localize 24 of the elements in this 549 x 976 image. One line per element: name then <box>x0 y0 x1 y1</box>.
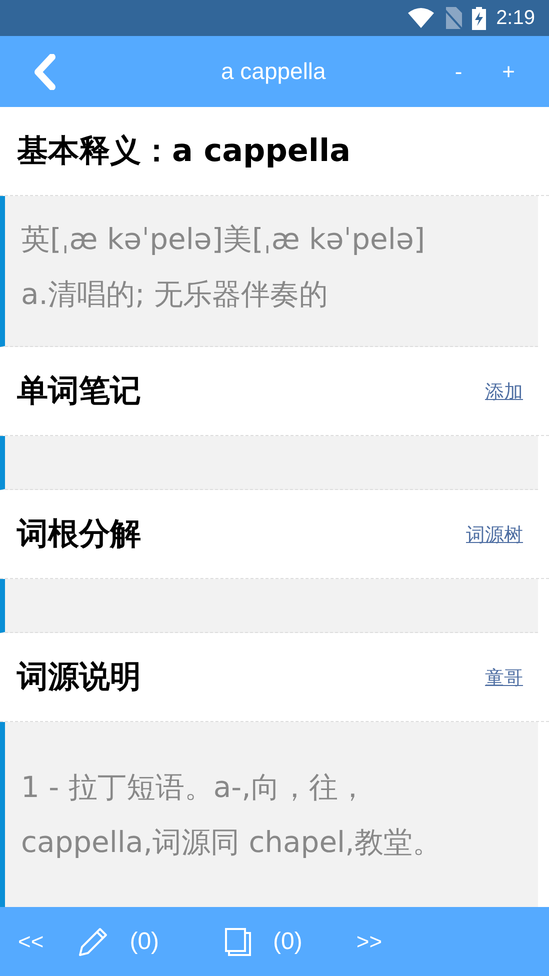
content-text: 1 - 拉丁短语。a-,向，往， <box>21 769 368 806</box>
section-link[interactable]: 词源树 <box>466 522 523 548</box>
content-text: a.清唱的; 无乐器伴奏的 <box>21 276 329 313</box>
notes-count: (0) <box>130 928 160 956</box>
increase-font-button[interactable]: + <box>494 56 523 86</box>
content-text: cappella,词源同 chapel,教堂。 <box>21 824 442 861</box>
section-link[interactable]: 添加 <box>485 379 523 405</box>
pencil-icon[interactable] <box>78 926 108 956</box>
content-text: 英[ˌæ kəˈpelə]美[ˌæ kəˈpelə] <box>21 221 426 258</box>
book-icon[interactable] <box>223 926 254 956</box>
section-title: 词根分解 <box>17 515 141 554</box>
previous-button[interactable]: << <box>14 924 48 958</box>
section-title: 基本释义：a cappella <box>17 132 351 171</box>
decrease-font-button[interactable]: - <box>446 56 470 86</box>
next-button[interactable]: >> <box>352 924 386 958</box>
section-title: 词源说明 <box>17 658 141 697</box>
clock-time: 2:19 <box>496 6 535 30</box>
wifi-icon <box>408 8 434 28</box>
page-title: a cappella <box>220 58 326 85</box>
section-link[interactable]: 童哥 <box>485 665 523 691</box>
battery-charging-icon <box>472 6 486 30</box>
book-count: (0) <box>273 928 302 956</box>
no-sim-icon <box>444 7 462 29</box>
section-title: 单词笔记 <box>17 372 141 411</box>
